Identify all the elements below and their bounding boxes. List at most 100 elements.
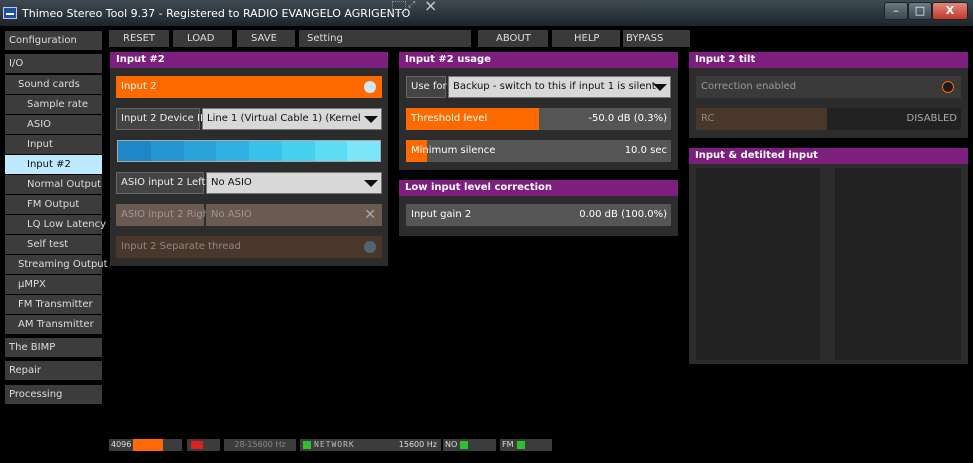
usage-panel: Input #2 usage Use for Backup - switch t… — [399, 52, 678, 170]
input-graph — [696, 168, 820, 360]
nav-sound-cards[interactable]: Sound cards — [5, 75, 102, 94]
buffer-value: 4096 — [111, 440, 132, 449]
input-gain-value: 0.00 dB (100.0%) — [579, 209, 667, 220]
network-label: NETWORK — [314, 440, 355, 449]
nav-input-2[interactable]: Input #2 — [5, 155, 102, 174]
nav-the-bimp[interactable]: The BIMP — [5, 338, 102, 357]
network-display: NETWORK 15600 Hz — [300, 439, 441, 451]
nav-input[interactable]: Input — [5, 135, 102, 154]
about-button[interactable]: ABOUT — [478, 30, 548, 47]
use-for-select[interactable]: Backup - switch to this if input 1 is si… — [448, 76, 671, 98]
tilt-panel-title: Input 2 tilt — [689, 52, 968, 68]
close-icon: ✕ — [364, 207, 376, 223]
grid-icon[interactable] — [392, 1, 406, 13]
rc-fill — [696, 108, 827, 130]
nav-normal-output[interactable]: Normal Output — [5, 175, 102, 194]
rc-value: DISABLED — [906, 113, 957, 124]
reset-button[interactable]: RESET — [109, 30, 169, 47]
detilted-panel-title: Input & detilted input — [689, 148, 968, 164]
chevron-down-icon — [359, 173, 381, 193]
input2-device-select[interactable]: Line 1 (Virtual Cable 1) (Kernel — [202, 108, 382, 130]
nav-repair[interactable]: Repair — [5, 361, 102, 380]
nav-umpx[interactable]: µMPX — [5, 275, 102, 294]
correction-toggle[interactable]: Correction enabled — [696, 76, 961, 98]
nav-fm-output[interactable]: FM Output — [5, 195, 102, 214]
range-display: 28-15600 Hz — [224, 439, 296, 451]
nav-am-transmitter[interactable]: AM Transmitter — [5, 315, 102, 334]
meter-segment — [118, 141, 151, 161]
min-silence-slider[interactable]: Minimum silence 10.0 sec — [406, 140, 671, 162]
fm-led — [517, 441, 525, 449]
rc-slider[interactable]: RC DISABLED — [696, 108, 961, 130]
window-title: Thimeo Stereo Tool 9.37 - Registered to … — [22, 7, 411, 20]
title-bar: Thimeo Stereo Tool 9.37 - Registered to … — [0, 0, 973, 27]
input2-level-meter — [117, 140, 381, 162]
save-button[interactable]: SAVE — [237, 30, 295, 47]
nav-io[interactable]: I/O — [5, 54, 102, 73]
no-indicator: NO — [443, 439, 496, 451]
setting-button[interactable]: Setting — [299, 30, 471, 47]
maximize-button[interactable]: □ — [908, 2, 932, 20]
detilted-panel: Input & detilted input — [689, 148, 968, 364]
load-button[interactable]: LOAD — [173, 30, 232, 47]
asio-right-select[interactable]: No ASIO ✕ — [206, 204, 382, 226]
fm-indicator: FM — [500, 439, 552, 451]
asio-left-value: No ASIO — [211, 177, 252, 188]
expand-icon[interactable]: ⤢ — [408, 0, 420, 12]
toggle-on-icon — [364, 81, 376, 93]
close-button[interactable]: X — [932, 2, 968, 20]
no-led — [460, 441, 468, 449]
debug-tools: ⤢ × — [392, 0, 442, 15]
nav-processing[interactable]: Processing — [5, 385, 102, 404]
use-for-value: Backup - switch to this if input 1 is si… — [453, 81, 656, 92]
minimize-button[interactable]: – — [884, 2, 908, 20]
fm-label: FM — [502, 440, 514, 449]
meter-segment — [183, 141, 217, 161]
tilt-panel: Input 2 tilt Correction enabled RC DISAB… — [689, 52, 968, 138]
bypass-button[interactable]: BYPASS — [623, 30, 690, 47]
no-label: NO — [445, 440, 458, 449]
low-input-panel-title: Low input level correction — [399, 180, 678, 196]
close-overlay-icon[interactable]: × — [424, 0, 437, 15]
help-button[interactable]: HELP — [552, 30, 620, 47]
nav-asio[interactable]: ASIO — [5, 115, 102, 134]
input-gain-label: Input gain 2 — [411, 209, 472, 220]
network-led — [303, 441, 311, 449]
threshold-slider[interactable]: Threshold level -50.0 dB (0.3%) — [406, 108, 671, 130]
meter-segment — [249, 141, 282, 161]
min-silence-label: Minimum silence — [411, 145, 496, 156]
input2-device-value: Line 1 (Virtual Cable 1) (Kernel — [207, 113, 361, 124]
correction-label: Correction enabled — [701, 81, 797, 92]
input2-enable-label: Input 2 — [121, 81, 157, 92]
meter-segment — [281, 141, 315, 161]
detilted-graph — [835, 168, 961, 360]
meter-segment — [216, 141, 249, 161]
clip-led — [191, 441, 203, 449]
use-for-label: Use for — [406, 76, 447, 98]
usage-panel-title: Input #2 usage — [399, 52, 678, 68]
asio-left-label: ASIO input 2 Left — [116, 172, 205, 194]
buffer-meter: 4096 — [109, 439, 182, 451]
nav-sample-rate[interactable]: Sample rate — [5, 95, 102, 114]
input2-enable-toggle[interactable]: Input 2 — [116, 76, 382, 98]
nav-configuration[interactable]: Configuration — [5, 31, 102, 50]
input-gain-slider[interactable]: Input gain 2 0.00 dB (100.0%) — [406, 204, 671, 226]
threshold-value: -50.0 dB (0.3%) — [588, 113, 667, 124]
meter-segment — [347, 141, 380, 161]
nav-lq-low-latency[interactable]: LQ Low Latency — [5, 215, 106, 234]
chevron-down-icon — [648, 77, 670, 97]
toggle-off-icon — [942, 81, 954, 93]
input2-panel: Input #2 Input 2 Input 2 Device ID Line … — [110, 52, 388, 266]
nav-self-test[interactable]: Self test — [5, 235, 102, 254]
separate-thread-label: Input 2 Separate thread — [121, 241, 241, 252]
asio-right-value: No ASIO — [211, 209, 252, 220]
separate-thread-toggle[interactable]: Input 2 Separate thread — [116, 236, 382, 258]
asio-left-select[interactable]: No ASIO — [206, 172, 382, 194]
nav-streaming-output[interactable]: Streaming Output — [5, 255, 108, 274]
nav-fm-transmitter[interactable]: FM Transmitter — [5, 295, 102, 314]
clip-indicator — [187, 439, 220, 451]
meter-segment — [150, 141, 184, 161]
meter-segment — [314, 141, 348, 161]
input2-panel-title: Input #2 — [110, 52, 388, 68]
toggle-off-icon — [364, 241, 376, 253]
